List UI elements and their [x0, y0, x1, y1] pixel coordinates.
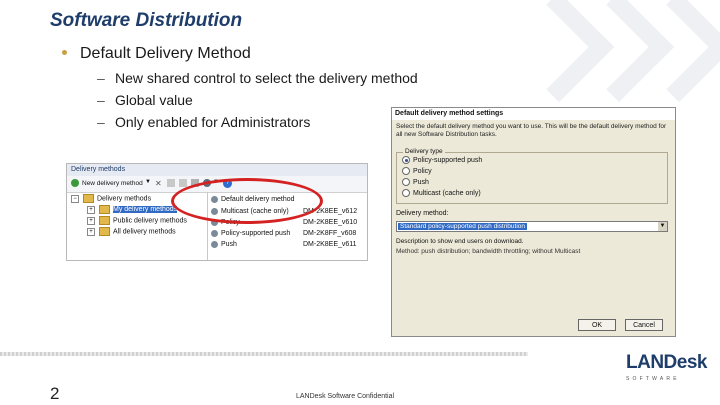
radio-label: Policy-supported push — [413, 157, 483, 164]
delivery-type-group: Delivery type Policy-supported push Poli… — [396, 148, 668, 204]
delivery-method-select[interactable]: Standard policy-supported push distribut… — [396, 221, 668, 232]
window-title: Delivery methods — [67, 164, 367, 176]
method-owner: DM-2K8FF_v608 — [303, 230, 357, 237]
radio-label: Policy — [413, 168, 432, 175]
tree-item-label: All delivery methods — [113, 228, 176, 236]
tree-item-root[interactable]: − Delivery methods — [71, 194, 151, 204]
radio-policy[interactable]: Policy — [402, 167, 432, 177]
tree-item-public[interactable]: + Public delivery methods — [87, 216, 187, 226]
subbullet-text: Only enabled for Administrators — [115, 114, 311, 130]
method-owner: DM-2K8EE_v611 — [303, 241, 357, 248]
method-icon — [211, 240, 218, 248]
tool-icon[interactable] — [167, 179, 175, 187]
method-details: Method: push distribution; bandwidth thr… — [396, 248, 581, 255]
slide-title: Software Distribution — [50, 10, 243, 31]
delete-icon[interactable]: ✕ — [155, 179, 162, 188]
subbullet-3: – Only enabled for Administrators — [97, 114, 311, 130]
method-icon — [211, 229, 218, 237]
selected-value: Standard policy-supported push distribut… — [398, 223, 528, 230]
collapse-icon[interactable]: − — [71, 194, 79, 203]
bullet-main: Default Delivery Method — [80, 45, 251, 62]
chevron-down-icon[interactable]: ▼ — [145, 179, 151, 185]
new-delivery-method-button[interactable]: New delivery method — [82, 179, 143, 188]
expand-icon[interactable]: + — [87, 227, 95, 236]
dialog-description: Select the default delivery method you w… — [396, 123, 667, 138]
method-owner: DM-2K8EE_v610 — [303, 219, 358, 226]
radio-push[interactable]: Push — [402, 178, 429, 188]
landesk-logo: LANDesk — [626, 352, 707, 373]
folder-icon — [99, 227, 110, 236]
default-delivery-method-dialog: Default delivery method settings Select … — [391, 107, 676, 337]
tree-item-label: Delivery methods — [97, 195, 152, 203]
dialog-title: Default delivery method settings — [392, 108, 675, 120]
cancel-button[interactable]: Cancel — [625, 319, 663, 331]
tool-icon[interactable] — [179, 179, 187, 187]
subbullet-1: – New shared control to select the delive… — [97, 70, 418, 86]
subbullet-text: Global value — [115, 92, 193, 108]
radio-label: Multicast (cache only) — [413, 190, 481, 197]
logo-subtitle: SOFTWARE — [626, 376, 680, 382]
highlight-ellipse — [171, 178, 323, 224]
radio-selected-icon[interactable] — [402, 156, 410, 165]
radio-multicast[interactable]: Multicast (cache only) — [402, 189, 481, 199]
list-item[interactable]: Push DM-2K8EE_v611 — [208, 239, 367, 250]
folder-icon — [99, 205, 110, 214]
subbullet-text: New shared control to select the deliver… — [115, 70, 418, 86]
folder-icon — [99, 216, 110, 225]
folder-icon — [83, 194, 94, 203]
bullet-dot — [62, 50, 67, 55]
tree-item-label: Public delivery methods — [113, 217, 187, 225]
tree-item-my[interactable]: + My delivery methods — [87, 205, 178, 215]
new-icon[interactable] — [71, 179, 79, 187]
confidential-notice: LANDesk Software Confidential — [296, 393, 395, 400]
method-name: Push — [221, 241, 237, 248]
radio-label: Push — [413, 179, 429, 186]
radio-policy-supported-push[interactable]: Policy-supported push — [402, 156, 482, 166]
chevron-down-icon[interactable]: ▼ — [658, 222, 667, 231]
delivery-method-label: Delivery method: — [396, 210, 449, 217]
radio-icon[interactable] — [402, 167, 410, 176]
tree-item-label: My delivery methods — [113, 206, 178, 214]
footer-divider — [0, 352, 528, 356]
subbullet-2: – Global value — [97, 92, 193, 108]
expand-icon[interactable]: + — [87, 216, 95, 225]
method-name: Policy-supported push — [221, 230, 291, 237]
radio-icon[interactable] — [402, 178, 410, 187]
radio-icon[interactable] — [402, 189, 410, 198]
ok-button[interactable]: OK — [578, 319, 616, 331]
method-description: Description to show end users on downloa… — [396, 238, 524, 245]
list-item[interactable]: Policy-supported push DM-2K8FF_v608 — [208, 228, 367, 239]
page-number: 2 — [50, 384, 60, 403]
group-label: Delivery type — [403, 148, 445, 155]
expand-icon[interactable]: + — [87, 205, 95, 214]
tree-item-all[interactable]: + All delivery methods — [87, 227, 176, 237]
